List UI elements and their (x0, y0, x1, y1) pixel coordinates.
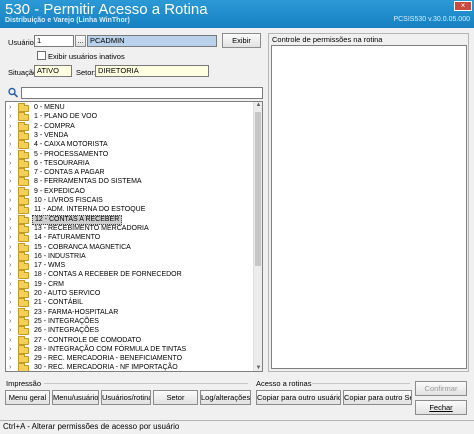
routine-code: PCSIS530 v.30.0.05.000 (393, 16, 470, 23)
confirmar-button[interactable]: Confirmar (415, 381, 467, 396)
folder-icon (18, 168, 29, 178)
status-text: Ctrl+A - Alterar permissões de acesso po… (3, 422, 180, 431)
close-icon[interactable]: × (454, 1, 472, 11)
folder-icon (18, 261, 29, 271)
tree-item[interactable]: › 30 - REC. MERCADORIA - NF IMPORTAÇÃO (6, 363, 254, 372)
title-bar: 530 - Permitir Acesso a Rotina Distribui… (0, 0, 474, 28)
folder-icon (18, 344, 29, 354)
window-subtitle: Distribuição e Varejo (Linha WinThor) (5, 17, 130, 24)
impressao-label: Impressão (6, 379, 42, 388)
situacao-field: ATIVO (34, 65, 72, 77)
menu-geral-button[interactable]: Menu geral (5, 390, 50, 405)
search-icon (7, 87, 19, 98)
folder-icon (18, 140, 29, 150)
folder-icon (18, 121, 29, 131)
usuario-code-field[interactable]: 1 (34, 35, 74, 47)
folder-icon (18, 186, 29, 196)
tree-scrollbar[interactable]: ▲ ▼ (253, 102, 262, 371)
folder-icon (18, 205, 29, 215)
chevron-right-icon[interactable]: › (9, 363, 11, 371)
folder-icon (18, 298, 29, 308)
copiar-usuario-button[interactable]: Copiar para outro usuário (256, 390, 341, 405)
exibir-inativos-checkbox[interactable] (37, 51, 46, 60)
acesso-label: Acesso a rotinas (256, 379, 312, 388)
usuario-name-field: PCADMIN (87, 35, 217, 47)
user-lookup-button[interactable]: ... (75, 35, 86, 47)
permissions-label: Controle de permissões na rotina (272, 35, 383, 44)
folder-icon (18, 307, 29, 317)
folder-icon (18, 214, 29, 224)
acesso-divider (312, 383, 410, 384)
exibir-inativos-label: Exibir usuários inativos (48, 52, 125, 61)
folder-icon (18, 363, 29, 371)
folder-icon (18, 233, 29, 243)
window-title: 530 - Permitir Acesso a Rotina (5, 1, 208, 18)
usuarios-rotina-button[interactable]: Usuários/rotina (101, 390, 151, 405)
routine-tree[interactable]: › 0 - MENU › 1 - PLANO DE VOO › 2 - COMPRA › 3 … (5, 101, 263, 372)
setor-button[interactable]: Setor (153, 390, 198, 405)
permissions-panel: Controle de permissões na rotina (268, 33, 469, 372)
folder-icon (18, 130, 29, 140)
folder-icon (18, 316, 29, 326)
log-alteracoes-button[interactable]: Log/alterações (200, 390, 251, 405)
impressao-divider (44, 383, 248, 384)
folder-icon (18, 270, 29, 280)
scroll-down-icon[interactable]: ▼ (255, 365, 262, 371)
folder-icon (18, 289, 29, 298)
search-input[interactable] (21, 87, 263, 99)
fechar-button[interactable]: Fechar (415, 400, 467, 415)
exibir-button[interactable]: Exibir (222, 33, 261, 48)
setor-field: DIRETORIA (95, 65, 209, 77)
copiar-setor-button[interactable]: Copiar para outro Setor (343, 390, 412, 405)
folder-icon (18, 354, 29, 364)
folder-icon (18, 196, 29, 205)
menu-usuario-button[interactable]: Menu/usuário (52, 390, 99, 405)
folder-icon (18, 335, 29, 345)
status-bar: Ctrl+A - Alterar permissões de acesso po… (0, 420, 474, 434)
folder-icon (18, 279, 29, 289)
folder-icon (18, 177, 29, 187)
folder-icon (18, 112, 29, 122)
folder-icon (18, 103, 29, 112)
folder-icon (18, 326, 29, 336)
folder-icon (18, 242, 29, 252)
permissions-list[interactable] (271, 45, 467, 369)
usuario-label: Usuário: (8, 38, 36, 47)
scroll-thumb[interactable] (255, 112, 261, 266)
tree-item-label: 30 - REC. MERCADORIA - NF IMPORTAÇÃO (34, 364, 178, 372)
folder-icon (18, 149, 29, 159)
scroll-up-icon[interactable]: ▲ (255, 102, 262, 108)
folder-icon (18, 223, 29, 233)
folder-icon (18, 251, 29, 261)
folder-icon (18, 158, 29, 168)
setor-label: Setor: (76, 68, 97, 77)
